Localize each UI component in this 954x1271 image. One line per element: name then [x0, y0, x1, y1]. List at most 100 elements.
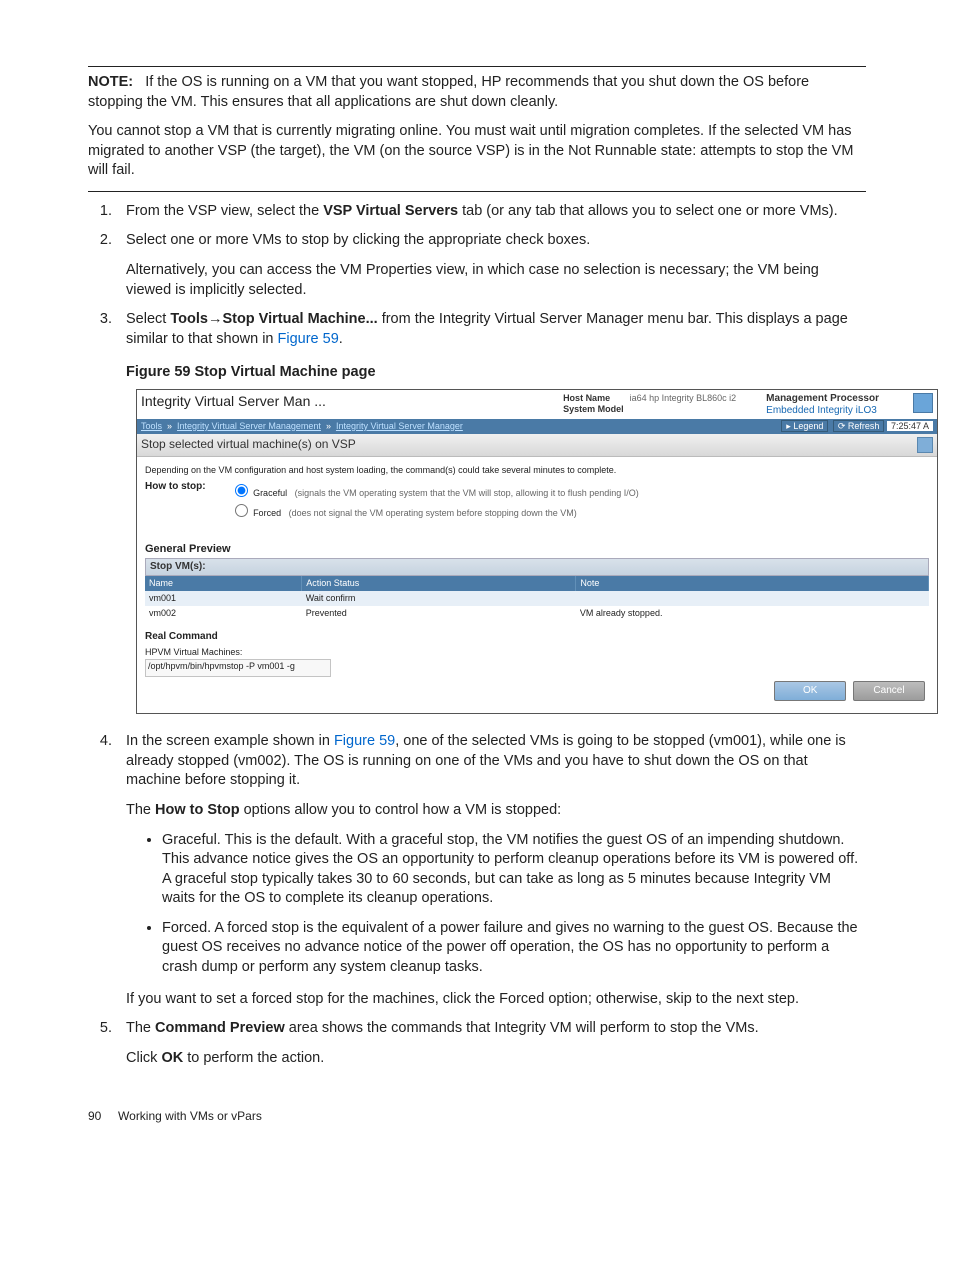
step-4: In the screen example shown in Figure 59…: [116, 732, 866, 1009]
panel-title-text: Stop selected virtual machine(s) on VSP: [141, 437, 356, 451]
cell-name-0: vm001: [145, 591, 302, 606]
legend-label: Legend: [793, 421, 823, 431]
ok-button[interactable]: OK: [774, 681, 846, 701]
step-1-c: tab (or any tab that allows you to selec…: [458, 203, 838, 219]
breadcrumb-tools[interactable]: Tools: [141, 421, 162, 431]
step-5-a: The: [126, 1020, 155, 1036]
note-body-2: You cannot stop a VM that is currently m…: [88, 122, 866, 181]
forced-desc: (does not signal the VM operating system…: [289, 508, 577, 518]
hpvm-vm-label: HPVM Virtual Machines:: [145, 647, 929, 658]
real-command-title: Real Command: [145, 631, 929, 643]
legend-button[interactable]: ▸ Legend: [781, 420, 828, 432]
command-box[interactable]: /opt/hpvm/bin/hpvmstop -P vm001 -g: [145, 659, 331, 677]
step-2-a: Select one or more VMs to stop by clicki…: [126, 231, 866, 251]
cell-status-1: Prevented: [302, 606, 576, 621]
step-2-b: Alternatively, you can access the VM Pro…: [126, 261, 866, 300]
breadcrumb-bar: Tools » Integrity Virtual Server Managem…: [137, 419, 937, 434]
step-3-arrow: →: [208, 311, 223, 327]
panel-body: Depending on the VM configuration and ho…: [137, 457, 937, 714]
breadcrumb-ivsm[interactable]: Integrity Virtual Server Management: [177, 421, 321, 431]
host-block: Host Name System Model ia64 hp Integrity…: [563, 393, 736, 415]
step-5-d: Click: [126, 1050, 161, 1066]
step-1-b: VSP Virtual Servers: [323, 203, 458, 219]
breadcrumb-left: Tools » Integrity Virtual Server Managem…: [141, 421, 463, 432]
step-4-g: If you want to set a forced stop for the…: [126, 990, 866, 1010]
how-bullets: Graceful. This is the default. With a gr…: [126, 831, 866, 978]
figure-59-link-1[interactable]: Figure 59: [278, 331, 339, 347]
bottom-note-rule: [88, 191, 866, 192]
stop-vms-subhead: Stop VM(s):: [145, 558, 929, 576]
graceful-label: Graceful: [253, 488, 287, 498]
step-3: Select Tools→Stop Virtual Machine... fro…: [116, 310, 866, 714]
cell-note-0: [576, 591, 929, 606]
step-4-e: How to Stop: [155, 802, 240, 818]
how-options: Graceful (signals the VM operating syste…: [230, 481, 639, 521]
bullet-forced: Forced. A forced stop is the equivalent …: [162, 919, 866, 978]
figure-title: Figure 59 Stop Virtual Machine page: [126, 363, 866, 383]
how-to-stop: How to stop: Graceful (signals the VM op…: [145, 481, 929, 521]
step-5-click: Click OK to perform the action.: [126, 1049, 866, 1069]
table-row: vm002 Prevented VM already stopped.: [145, 606, 929, 621]
preview-table: Name Action Status Note vm001 Wait confi…: [145, 576, 929, 620]
shot-footer: OK Cancel: [145, 677, 929, 705]
step-5: The Command Preview area shows the comma…: [116, 1019, 866, 1068]
help-icon[interactable]: [917, 437, 933, 453]
breadcrumb-ivsmgr[interactable]: Integrity Virtual Server Manager: [336, 421, 463, 431]
step-3-b: Tools: [170, 311, 208, 327]
host-name-label: Host Name: [563, 393, 624, 404]
step-5-b: Command Preview: [155, 1020, 285, 1036]
step-4-a: In the screen example shown in: [126, 733, 334, 749]
step-4-d: The: [126, 802, 155, 818]
step-2: Select one or more VMs to stop by clicki…: [116, 231, 866, 300]
step-3-f: .: [339, 331, 343, 347]
refresh-label: Refresh: [848, 421, 880, 431]
step-3-a: Select: [126, 311, 170, 327]
shot-app-title: Integrity Virtual Server Man ...: [141, 393, 533, 410]
figure-screenshot: Integrity Virtual Server Man ... Host Na…: [136, 389, 938, 715]
steps-list: From the VSP view, select the VSP Virtua…: [88, 202, 866, 1068]
cell-note-1: VM already stopped.: [576, 606, 929, 621]
step-4-how: The How to Stop options allow you to con…: [126, 801, 866, 821]
how-label: How to stop:: [145, 481, 206, 493]
graceful-desc: (signals the VM operating system that th…: [295, 488, 639, 498]
time-display: 7:25:47 A: [887, 421, 933, 431]
panel-title-bar: Stop selected virtual machine(s) on VSP: [137, 434, 937, 457]
cell-name-1: vm002: [145, 606, 302, 621]
step-1: From the VSP view, select the VSP Virtua…: [116, 202, 866, 222]
opt-graceful-row: Graceful (signals the VM operating syste…: [230, 481, 639, 499]
step-1-a: From the VSP view, select the: [126, 203, 323, 219]
bullet-graceful: Graceful. This is the default. With a gr…: [162, 831, 866, 909]
step-5-c: area shows the commands that Integrity V…: [285, 1020, 759, 1036]
mp-icon[interactable]: [913, 393, 933, 413]
step-5-f: to perform the action.: [183, 1050, 324, 1066]
figure-59-link-2[interactable]: Figure 59: [334, 733, 395, 749]
table-header-row: Name Action Status Note: [145, 576, 929, 591]
graceful-radio[interactable]: [235, 484, 248, 497]
cancel-button[interactable]: Cancel: [853, 681, 925, 701]
breadcrumb-right: ▸ Legend ⟳ Refresh 7:25:47 A: [779, 421, 933, 432]
mp-label: Management Processor: [766, 393, 879, 405]
page-number: 90: [88, 1109, 101, 1123]
mp-link[interactable]: Embedded Integrity iLO3: [766, 405, 877, 416]
forced-radio[interactable]: [235, 504, 248, 517]
page-footer: 90 Working with VMs or vPars: [88, 1108, 866, 1124]
th-action: Action Status: [302, 576, 576, 591]
refresh-button[interactable]: ⟳ Refresh: [833, 420, 885, 432]
opt-forced-row: Forced (does not signal the VM operating…: [230, 501, 639, 519]
step-4-f: options allow you to control how a VM is…: [240, 802, 562, 818]
note-paragraph: NOTE: If the OS is running on a VM that …: [88, 73, 866, 112]
step-5-e: OK: [161, 1050, 183, 1066]
system-model-value: ia64 hp Integrity BL860c i2: [630, 393, 737, 404]
system-model-label: System Model: [563, 404, 624, 415]
mp-block: Management Processor Embedded Integrity …: [766, 393, 879, 417]
th-note: Note: [576, 576, 929, 591]
general-preview-title: General Preview: [145, 543, 929, 556]
step-3-c: Stop Virtual Machine...: [222, 311, 377, 327]
forced-label: Forced: [253, 508, 281, 518]
table-row: vm001 Wait confirm: [145, 591, 929, 606]
note-body-1: If the OS is running on a VM that you wa…: [88, 74, 809, 110]
note-label: NOTE:: [88, 74, 133, 90]
th-name: Name: [145, 576, 302, 591]
depending-text: Depending on the VM configuration and ho…: [145, 465, 929, 476]
top-note-rule: [88, 66, 866, 67]
